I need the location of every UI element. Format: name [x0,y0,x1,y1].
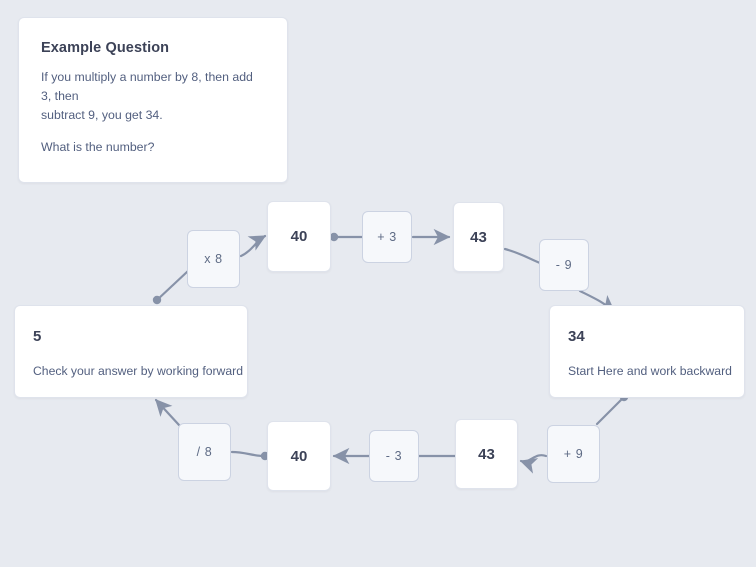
edge-dot-40top-to-plus3 [329,232,339,242]
operator-node-subtract-3[interactable]: - 3 [369,430,419,482]
answer-card-value: 5 [33,328,42,345]
example-question-line-1: If you multiply a number by 8, then add … [41,70,253,104]
edge-div8-to-40bot [230,450,266,458]
operator-node-add-3[interactable]: + 3 [362,211,412,263]
answer-card-label: Check your answer by working forward [33,364,243,378]
operator-node-divide-8[interactable]: / 8 [178,423,231,481]
value-node-40-backward[interactable]: 40 [267,421,331,491]
edge-dot-answer-to-mul8 [152,295,162,305]
edge-plus9-to-43bot [519,454,548,474]
example-question-title: Example Question [41,40,170,56]
answer-card: 5 Check your answer by working forward [14,305,248,398]
operator-node-subtract-9[interactable]: - 9 [539,239,589,291]
edge-43top-to-minus9 [503,247,542,265]
edge-start-to-plus9 [595,395,626,426]
start-card-label: Start Here and work backward [568,364,732,378]
start-card-value: 34 [568,328,585,345]
edge-mul8-to-40top [239,234,267,258]
example-question-line-3: What is the number? [41,140,155,155]
example-question-spacer [41,125,263,138]
value-node-40-forward[interactable]: 40 [267,201,331,272]
edge-answer-to-mul8 [155,269,190,302]
example-question-card: Example Question If you multiply a numbe… [18,17,288,183]
value-node-43-forward[interactable]: 43 [453,202,504,272]
operator-node-multiply-8[interactable]: x 8 [187,230,240,288]
flow-diagram-canvas: Example Question If you multiply a numbe… [0,0,756,567]
operator-node-add-9[interactable]: + 9 [547,425,600,483]
edge-div8-to-answer [154,398,181,427]
start-card: 34 Start Here and work backward [549,305,745,398]
value-node-43-backward[interactable]: 43 [455,419,518,489]
example-question-line-2: subtract 9, you get 34. [41,108,163,123]
